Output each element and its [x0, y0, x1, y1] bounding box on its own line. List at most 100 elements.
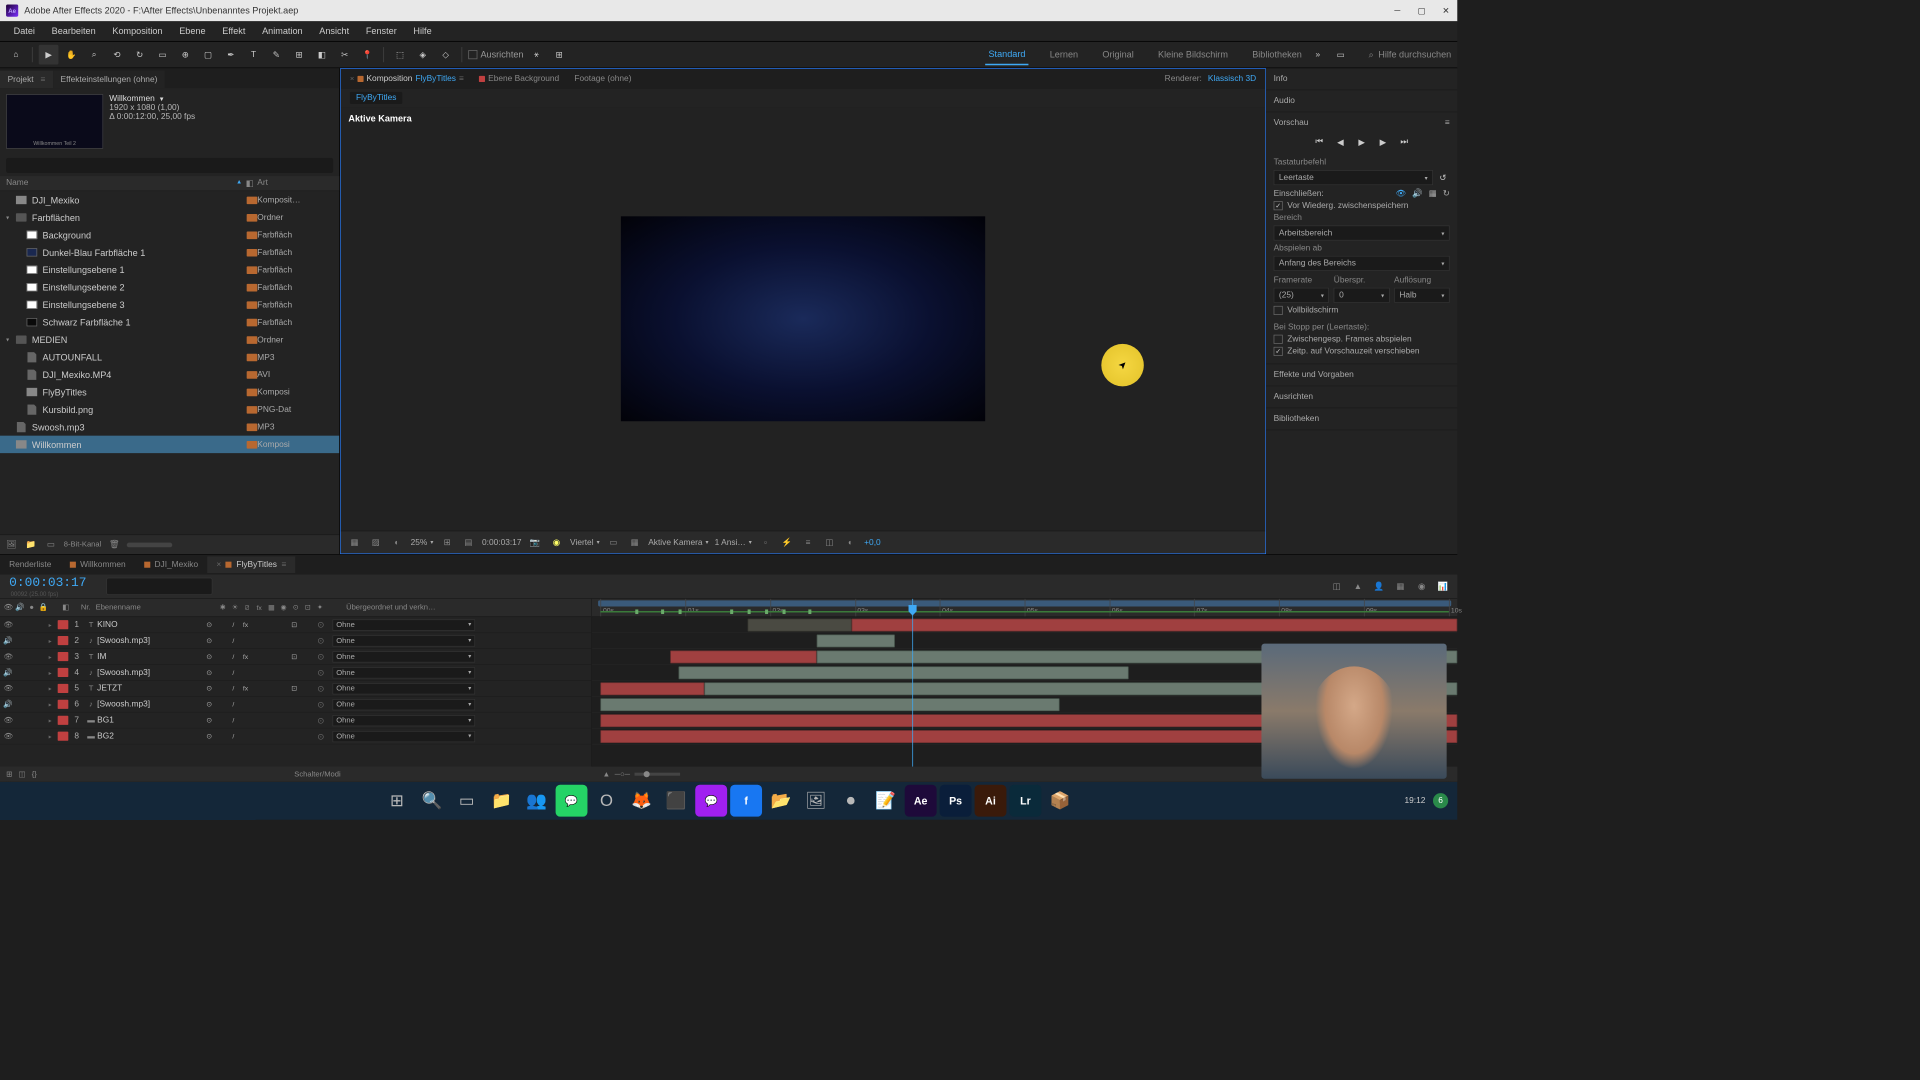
timeline-search[interactable]: [106, 578, 212, 595]
grid-button[interactable]: ⊞: [439, 535, 454, 550]
next-frame-button[interactable]: ▶: [1376, 135, 1390, 149]
fast-previews-button[interactable]: ⚡: [779, 535, 794, 550]
text-tool[interactable]: T: [244, 45, 264, 65]
menu-animation[interactable]: Animation: [254, 23, 310, 40]
comp-thumbnail[interactable]: Willkommen Teil 2: [6, 94, 103, 149]
info-panel-header[interactable]: Info: [1266, 71, 1457, 86]
thumb-size-slider[interactable]: [127, 542, 173, 547]
effects-presets-header[interactable]: Effekte und Vorgaben: [1266, 367, 1457, 382]
taskbar-ai-icon[interactable]: Ai: [975, 785, 1007, 817]
workspace-bibliotheken[interactable]: Bibliotheken: [1249, 45, 1305, 65]
new-comp-button[interactable]: ▭: [44, 538, 58, 552]
timeline-clip[interactable]: [748, 619, 852, 632]
draft-3d-button[interactable]: ▲: [1350, 578, 1367, 595]
shape-tool[interactable]: ▢: [198, 45, 218, 65]
comp-flowchart-button[interactable]: ◫: [822, 535, 837, 550]
audio-panel-header[interactable]: Audio: [1266, 93, 1457, 108]
range-dropdown[interactable]: Arbeitsbereich▾: [1274, 225, 1450, 240]
menu-effekt[interactable]: Effekt: [215, 23, 253, 40]
timeline-tab[interactable]: DJI_Mexiko: [135, 556, 207, 573]
lock-column-icon[interactable]: 🔒: [38, 602, 48, 613]
timeline-tab[interactable]: Willkommen: [60, 556, 134, 573]
taskbar-facebook-icon[interactable]: f: [730, 785, 762, 817]
workspace-overflow[interactable]: »: [1308, 45, 1328, 65]
layer-row[interactable]: 👁▸5TJETZT⊙/fx⊡⊙Ohne▾: [0, 681, 591, 697]
camera-tool[interactable]: ▭: [153, 45, 173, 65]
taskbar-firefox-icon[interactable]: 🦊: [625, 785, 657, 817]
layer-row[interactable]: 🔊▸6♪[Swoosh.mp3]⊙/⊙Ohne▾: [0, 697, 591, 713]
taskbar-ae-icon[interactable]: Ae: [905, 785, 937, 817]
taskbar-opera-icon[interactable]: O: [591, 785, 623, 817]
toggle-switches-button[interactable]: ⊞: [6, 770, 12, 778]
layer-row[interactable]: 🔊▸4♪[Swoosh.mp3]⊙/⊙Ohne▾: [0, 665, 591, 681]
current-timecode[interactable]: 0:00:03:17: [0, 576, 99, 590]
taskbar-ps-icon[interactable]: Ps: [940, 785, 972, 817]
zoom-tool[interactable]: ⌕: [84, 45, 104, 65]
minimize-button[interactable]: ─: [1392, 5, 1403, 16]
active-camera-dropdown[interactable]: Aktive Kamera ▾: [648, 538, 708, 547]
exposure-reset-button[interactable]: ◐: [843, 535, 858, 550]
project-item[interactable]: Einstellungsebene 1Farbfläch: [0, 261, 339, 278]
project-item[interactable]: ▾MEDIENOrdner: [0, 331, 339, 348]
framerate-dropdown[interactable]: (25)▾: [1274, 288, 1330, 303]
resolution-preview-dropdown[interactable]: Halb▾: [1394, 288, 1450, 303]
resolution-dropdown[interactable]: Viertel ▾: [570, 538, 600, 547]
home-tool[interactable]: ⌂: [6, 45, 26, 65]
maximize-button[interactable]: ▢: [1416, 5, 1427, 16]
graph-editor-button[interactable]: 📊: [1435, 578, 1452, 595]
selection-tool[interactable]: ▶: [39, 45, 59, 65]
menu-fenster[interactable]: Fenster: [358, 23, 404, 40]
libraries-panel-header[interactable]: Bibliotheken: [1266, 411, 1457, 426]
exposure-value[interactable]: +0,0: [864, 538, 880, 547]
preview-timecode[interactable]: 0:00:03:17: [482, 538, 521, 547]
menu-ebene[interactable]: Ebene: [172, 23, 214, 40]
pixel-aspect-button[interactable]: ▫: [758, 535, 773, 550]
toggle-in-out-button[interactable]: {}: [32, 770, 37, 778]
taskbar-windows-icon[interactable]: ⊞: [381, 785, 413, 817]
align-panel-header[interactable]: Ausrichten: [1266, 389, 1457, 404]
video-column-icon[interactable]: 👁: [3, 602, 13, 613]
shy-button[interactable]: 👤: [1371, 578, 1388, 595]
workspace-lernen[interactable]: Lernen: [1047, 45, 1081, 65]
roi-button[interactable]: ▭: [606, 535, 621, 550]
guides-button[interactable]: ▤: [461, 535, 476, 550]
layer-row[interactable]: 🔊▸2♪[Swoosh.mp3]⊙/⊙Ohne▾: [0, 633, 591, 649]
zoom-out-button[interactable]: ▲: [603, 770, 611, 778]
help-search[interactable]: ⌕ Hilfe durchsuchen: [1369, 49, 1452, 60]
parent-dropdown[interactable]: Ohne▾: [332, 635, 475, 646]
menu-hilfe[interactable]: Hilfe: [406, 23, 439, 40]
timeline-clip[interactable]: [601, 698, 1060, 711]
motion-blur-button[interactable]: ◉: [1413, 578, 1430, 595]
taskbar-explorer-icon[interactable]: 📁: [486, 785, 518, 817]
timeline-clip[interactable]: [852, 619, 1458, 632]
taskbar-lr-icon[interactable]: Lr: [1009, 785, 1041, 817]
snap-checkbox[interactable]: Ausrichten: [468, 49, 523, 60]
loop-icon[interactable]: ↻: [1443, 188, 1450, 198]
parent-dropdown[interactable]: Ohne▾: [332, 715, 475, 726]
project-tab[interactable]: Projekt ≡: [0, 71, 53, 88]
project-item[interactable]: Schwarz Farbfläche 1Farbfläch: [0, 313, 339, 330]
comp-mini-flowchart-button[interactable]: ◫: [1328, 578, 1345, 595]
breadcrumb-comp[interactable]: FlyByTitles: [350, 92, 403, 104]
taskbar-search-icon[interactable]: 🔍: [416, 785, 448, 817]
pan-behind-tool[interactable]: ⊕: [175, 45, 195, 65]
project-item[interactable]: FlyByTitlesKomposi: [0, 383, 339, 400]
parent-dropdown[interactable]: Ohne▾: [332, 651, 475, 662]
play-button[interactable]: ▶: [1355, 135, 1369, 149]
local-axis-tool[interactable]: ⬚: [390, 45, 410, 65]
taskbar-teams-icon[interactable]: 👥: [521, 785, 553, 817]
clone-tool[interactable]: ⊞: [289, 45, 309, 65]
include-audio-icon[interactable]: 🔊: [1412, 188, 1422, 198]
include-video-icon[interactable]: 👁: [1396, 188, 1407, 198]
audio-column-icon[interactable]: 🔊: [15, 602, 25, 613]
current-time-indicator[interactable]: [912, 599, 913, 767]
first-frame-button[interactable]: ⏮: [1312, 135, 1326, 149]
taskbar-whatsapp-icon[interactable]: 💬: [556, 785, 588, 817]
view-axis-tool[interactable]: ◇: [436, 45, 456, 65]
layer-row[interactable]: 👁▸7▬BG1⊙/⊙Ohne▾: [0, 713, 591, 729]
close-button[interactable]: ✕: [1441, 5, 1452, 16]
project-item[interactable]: ▾FarbflächenOrdner: [0, 209, 339, 226]
timeline-clip[interactable]: [679, 666, 1129, 679]
project-item[interactable]: Dunkel-Blau Farbfläche 1Farbfläch: [0, 244, 339, 261]
timeline-zoom-slider[interactable]: [635, 773, 681, 776]
